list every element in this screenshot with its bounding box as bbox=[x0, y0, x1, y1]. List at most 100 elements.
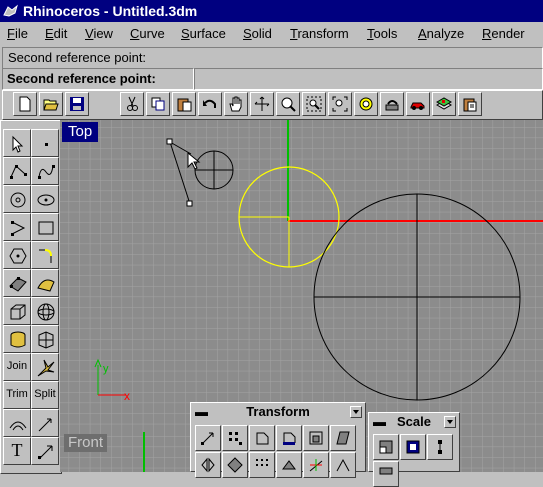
fillet-tool[interactable] bbox=[31, 241, 59, 269]
command-prompt[interactable]: Second reference point: bbox=[2, 68, 194, 90]
hand-icon bbox=[229, 96, 242, 112]
box-tool[interactable] bbox=[3, 297, 31, 325]
top-viewport[interactable]: y x Top bbox=[60, 120, 543, 432]
split-button[interactable]: Split bbox=[31, 381, 59, 409]
menu-render[interactable]: Render bbox=[482, 26, 525, 42]
sphere-icon bbox=[37, 303, 55, 321]
panel-menu-dash[interactable]: ▬ bbox=[195, 403, 208, 421]
polyline-tool[interactable] bbox=[3, 157, 31, 185]
menu-surface[interactable]: Surface bbox=[181, 26, 226, 42]
small-circle[interactable] bbox=[194, 150, 234, 190]
offset-tool[interactable] bbox=[3, 409, 31, 437]
dropdown-arrow-icon[interactable] bbox=[444, 416, 456, 428]
surface-icon bbox=[9, 277, 27, 292]
box-icon bbox=[10, 304, 26, 320]
trim-button[interactable]: Trim bbox=[3, 381, 31, 409]
arrow-pointer-icon bbox=[12, 135, 24, 153]
text-tool[interactable]: T bbox=[3, 437, 31, 465]
mirror-icon bbox=[201, 457, 215, 473]
menu-analyze[interactable]: Analyze bbox=[418, 26, 464, 42]
join-button[interactable]: Join bbox=[3, 353, 31, 381]
menu-view[interactable]: View bbox=[85, 26, 113, 42]
surface-tool[interactable] bbox=[3, 269, 31, 297]
zoom-button[interactable] bbox=[276, 92, 300, 116]
bend-button[interactable] bbox=[330, 452, 356, 478]
viewport-title-top[interactable]: Top bbox=[62, 122, 99, 142]
transform-panel-header[interactable]: ▬ Transform bbox=[191, 403, 365, 421]
polygon-tool[interactable] bbox=[3, 241, 31, 269]
zoom-selected-button[interactable] bbox=[354, 92, 378, 116]
ellipse-icon bbox=[37, 194, 55, 206]
fillet-icon bbox=[39, 249, 52, 263]
align-button[interactable] bbox=[276, 452, 302, 478]
menu-solid[interactable]: Solid bbox=[243, 26, 272, 42]
arc-tool[interactable] bbox=[3, 213, 31, 241]
text-tool-label: T bbox=[11, 440, 23, 460]
new-button[interactable] bbox=[13, 92, 37, 116]
render-button[interactable] bbox=[406, 92, 430, 116]
twist-icon bbox=[309, 459, 323, 472]
undo-button[interactable] bbox=[198, 92, 222, 116]
zoom-window-button[interactable] bbox=[302, 92, 326, 116]
pan-button[interactable] bbox=[224, 92, 248, 116]
ellipse-tool[interactable] bbox=[31, 185, 59, 213]
menu-transform[interactable]: Transform bbox=[290, 26, 349, 42]
cut-button[interactable] bbox=[120, 92, 144, 116]
shear-button[interactable] bbox=[330, 425, 356, 451]
rotate-button[interactable] bbox=[249, 425, 275, 451]
scale-nu-button[interactable] bbox=[373, 461, 399, 487]
circle-icon bbox=[10, 192, 26, 208]
surface-edit-icon bbox=[37, 279, 55, 292]
select-tool[interactable] bbox=[3, 129, 31, 157]
cylinder-icon bbox=[10, 331, 26, 348]
mesh-tool[interactable] bbox=[31, 325, 59, 353]
cylinder-tool[interactable] bbox=[3, 325, 31, 353]
move-transform-button[interactable] bbox=[195, 425, 221, 451]
command-input[interactable] bbox=[194, 68, 543, 90]
undo-view-button[interactable] bbox=[380, 92, 404, 116]
menu-edit[interactable]: Edit bbox=[45, 26, 67, 42]
save-button[interactable] bbox=[65, 92, 89, 116]
scale-1d-button[interactable] bbox=[427, 434, 453, 460]
extend-tool[interactable] bbox=[31, 409, 59, 437]
twist-button[interactable] bbox=[303, 452, 329, 478]
zoom-extents-button[interactable] bbox=[328, 92, 352, 116]
menu-tools[interactable]: Tools bbox=[367, 26, 397, 42]
properties-button[interactable] bbox=[458, 92, 482, 116]
polar-array-button[interactable] bbox=[249, 452, 275, 478]
scale-nu-icon bbox=[379, 467, 393, 475]
orient-button[interactable] bbox=[222, 452, 248, 478]
scale-2d-button[interactable] bbox=[400, 434, 426, 460]
panel-menu-dash[interactable]: ▬ bbox=[373, 413, 386, 431]
rotate-3d-button[interactable] bbox=[276, 425, 302, 451]
scale-3d-button[interactable] bbox=[373, 434, 399, 460]
paste-button[interactable] bbox=[172, 92, 196, 116]
point-tool[interactable] bbox=[31, 129, 59, 157]
explode-tool[interactable] bbox=[31, 353, 59, 381]
sphere-tool[interactable] bbox=[31, 297, 59, 325]
transform-panel-title: Transform bbox=[246, 404, 310, 419]
menu-file[interactable]: File bbox=[7, 26, 28, 42]
viewport-title-front[interactable]: Front bbox=[64, 434, 108, 452]
rectangle-tool[interactable] bbox=[31, 213, 59, 241]
rotate-view-button[interactable] bbox=[250, 92, 274, 116]
viewport-canvas[interactable]: y x bbox=[60, 120, 543, 432]
command-prompt-text: Second reference point: bbox=[7, 71, 156, 86]
menu-curve[interactable]: Curve bbox=[130, 26, 165, 42]
move-tool[interactable] bbox=[31, 437, 59, 465]
mirror-button[interactable] bbox=[195, 452, 221, 478]
circle-tool[interactable] bbox=[3, 185, 31, 213]
undo-view-icon bbox=[385, 100, 399, 111]
layers-button[interactable] bbox=[432, 92, 456, 116]
dropdown-arrow-icon[interactable] bbox=[350, 406, 362, 418]
surface-edit-tool[interactable] bbox=[31, 269, 59, 297]
open-button[interactable] bbox=[39, 92, 63, 116]
main-tool-palette: Join Trim Split T bbox=[0, 120, 62, 474]
orient-icon bbox=[227, 457, 243, 473]
extend-icon bbox=[38, 418, 52, 432]
scale-transform-button[interactable] bbox=[303, 425, 329, 451]
array-button[interactable] bbox=[222, 425, 248, 451]
copy-button[interactable] bbox=[146, 92, 170, 116]
curve-tool[interactable] bbox=[31, 157, 59, 185]
new-file-icon bbox=[19, 96, 31, 112]
